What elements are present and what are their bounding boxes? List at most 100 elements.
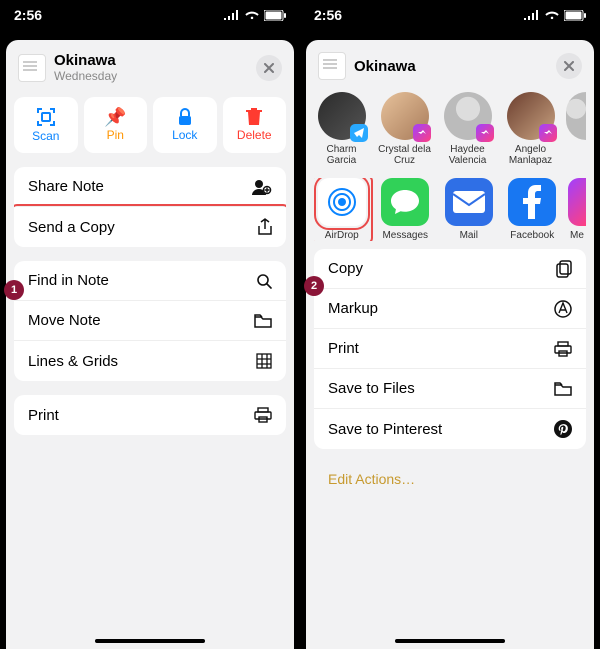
note-thumbnail	[18, 54, 46, 82]
lock-icon	[177, 108, 193, 126]
send-copy-label: Send a Copy	[28, 219, 115, 236]
close-button[interactable]	[556, 53, 582, 79]
trash-icon	[246, 108, 262, 126]
note-thumbnail	[318, 52, 346, 80]
annotation-badge-1: 1	[4, 280, 24, 300]
contact-name: Haydee Valencia	[440, 144, 495, 166]
note-subtitle: Wednesday	[54, 69, 117, 83]
actions-group: Copy Markup Print Save to Files Save to …	[314, 249, 586, 449]
find-in-note-row[interactable]: Find in Note	[14, 261, 286, 301]
lock-button[interactable]: Lock	[153, 97, 217, 153]
close-icon	[564, 61, 574, 71]
phone-right: 2:56 Okinawa Charm Garcia	[300, 0, 600, 649]
airdrop-app[interactable]: AirDrop	[314, 178, 370, 241]
save-files-label: Save to Files	[328, 380, 415, 397]
lines-label: Lines & Grids	[28, 353, 118, 370]
annotation-badge-2: 2	[304, 276, 324, 296]
contact-item[interactable]: Angelo Manlapaz	[503, 92, 558, 166]
pin-icon: 📌	[104, 108, 126, 126]
mail-label: Mail	[460, 230, 478, 241]
apps-row[interactable]: AirDrop Messages Mail Facebook Me	[314, 178, 586, 241]
signal-icon	[224, 10, 240, 20]
status-bar: 2:56	[300, 0, 600, 30]
save-to-files-row[interactable]: Save to Files	[314, 369, 586, 409]
printer-icon	[254, 407, 272, 423]
battery-icon	[264, 10, 286, 21]
markup-row[interactable]: Markup	[314, 289, 586, 329]
printer-icon	[554, 341, 572, 357]
close-icon	[264, 63, 274, 73]
pinterest-icon	[554, 420, 572, 438]
save-to-pinterest-row[interactable]: Save to Pinterest	[314, 409, 586, 449]
note-title: Okinawa	[354, 58, 416, 75]
messages-app[interactable]: Messages	[378, 178, 434, 241]
menu-group-2: Find in Note Move Note Lines & Grids	[14, 261, 286, 381]
contact-item[interactable]	[566, 92, 586, 166]
mail-app[interactable]: Mail	[441, 178, 497, 241]
contact-name: Crystal dela Cruz	[377, 144, 432, 166]
pin-button[interactable]: 📌 Pin	[84, 97, 148, 153]
print-label: Print	[28, 407, 59, 424]
messenger-icon	[568, 178, 586, 226]
airdrop-icon	[318, 178, 366, 226]
avatar	[318, 92, 366, 140]
contact-item[interactable]: Haydee Valencia	[440, 92, 495, 166]
delete-button[interactable]: Delete	[223, 97, 287, 153]
telegram-badge-icon	[350, 124, 368, 142]
scan-button[interactable]: Scan	[14, 97, 78, 153]
share-note-label: Share Note	[28, 178, 104, 195]
battery-icon	[564, 10, 586, 21]
facebook-app[interactable]: Facebook	[505, 178, 561, 241]
signal-icon	[524, 10, 540, 20]
phone-left: 2:56 Okinawa Wednesday	[0, 0, 300, 649]
facebook-label: Facebook	[510, 230, 554, 241]
move-note-row[interactable]: Move Note	[14, 301, 286, 341]
sheet-header: Okinawa	[314, 48, 586, 88]
status-time: 2:56	[14, 7, 42, 23]
scan-icon	[36, 107, 56, 127]
action-sheet: Okinawa Wednesday Scan 📌 Pin	[6, 40, 294, 649]
messages-label: Messages	[382, 230, 428, 241]
status-indicators	[524, 10, 586, 21]
avatar	[566, 92, 586, 140]
share-note-row[interactable]: Share Note	[14, 167, 286, 207]
contacts-row[interactable]: Charm Garcia Crystal dela Cruz Haydee Va…	[314, 92, 586, 166]
avatar	[507, 92, 555, 140]
facebook-icon	[508, 178, 556, 226]
home-indicator[interactable]	[95, 639, 205, 643]
move-label: Move Note	[28, 312, 101, 329]
save-pinterest-label: Save to Pinterest	[328, 421, 442, 438]
print-row[interactable]: Print	[314, 329, 586, 369]
messenger-app[interactable]: Me	[568, 178, 586, 241]
airdrop-label: AirDrop	[325, 230, 359, 241]
status-indicators	[224, 10, 286, 21]
markup-label: Markup	[328, 300, 378, 317]
edit-actions-label: Edit Actions…	[328, 471, 415, 487]
print-label: Print	[328, 340, 359, 357]
copy-icon	[556, 260, 572, 278]
edit-actions-link[interactable]: Edit Actions…	[314, 463, 586, 495]
menu-group-1: Share Note Send a Copy	[14, 167, 286, 247]
folder-icon	[554, 382, 572, 396]
find-label: Find in Note	[28, 272, 109, 289]
contact-item[interactable]: Crystal dela Cruz	[377, 92, 432, 166]
contact-name: Angelo Manlapaz	[503, 144, 558, 166]
lines-grids-row[interactable]: Lines & Grids	[14, 341, 286, 381]
avatar	[381, 92, 429, 140]
sheet-header: Okinawa Wednesday	[14, 48, 286, 91]
mail-icon	[445, 178, 493, 226]
delete-label: Delete	[237, 128, 272, 142]
copy-row[interactable]: Copy	[314, 249, 586, 289]
close-button[interactable]	[256, 55, 282, 81]
print-row[interactable]: Print	[14, 395, 286, 435]
messages-icon	[381, 178, 429, 226]
status-bar: 2:56	[0, 0, 300, 30]
collaborate-icon	[252, 179, 272, 195]
avatar	[444, 92, 492, 140]
send-copy-row[interactable]: Send a Copy	[14, 207, 286, 247]
folder-icon	[254, 314, 272, 328]
messenger-label-cut: Me	[570, 230, 584, 241]
home-indicator[interactable]	[395, 639, 505, 643]
messenger-badge-icon	[539, 124, 557, 142]
contact-item[interactable]: Charm Garcia	[314, 92, 369, 166]
